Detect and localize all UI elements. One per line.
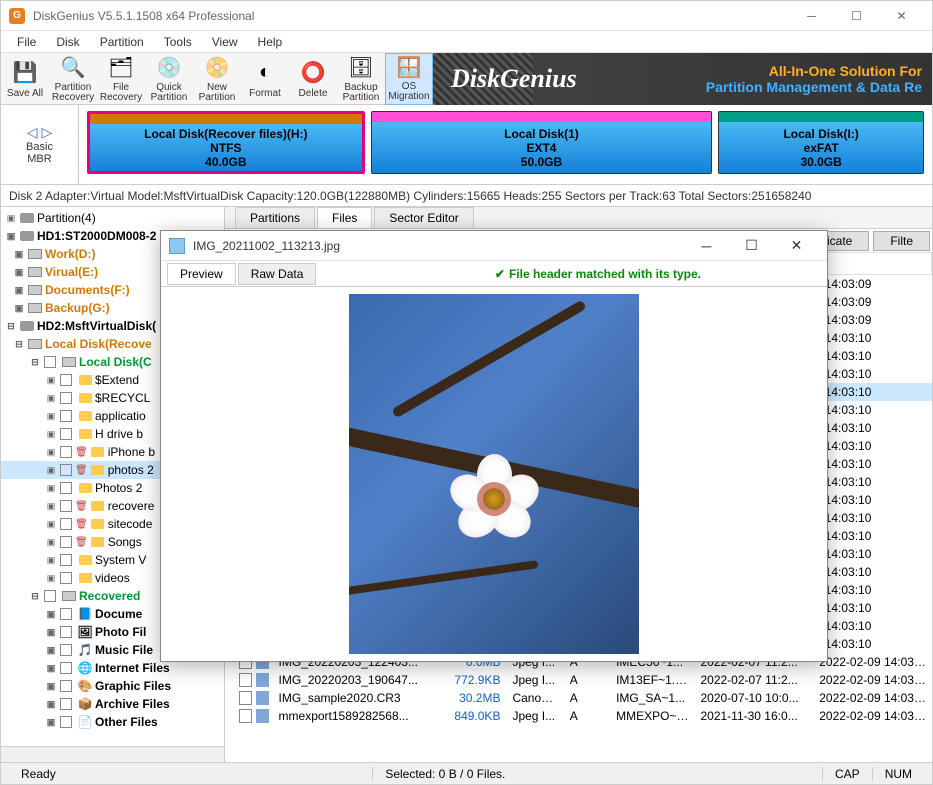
preview-tab-preview[interactable]: Preview xyxy=(167,263,236,285)
windows-icon: 🪟 xyxy=(395,55,423,80)
file-type-icon xyxy=(256,673,269,687)
menu-tools[interactable]: Tools xyxy=(154,33,202,51)
new-icon: 📀 xyxy=(203,55,231,81)
preview-maximize[interactable]: ☐ xyxy=(729,231,774,261)
brand-tagline-1: All-In-One Solution For xyxy=(706,63,922,79)
preview-tab-rawdata[interactable]: Raw Data xyxy=(238,263,317,285)
preview-body xyxy=(161,287,827,661)
preview-image xyxy=(349,294,639,654)
partition-block-i[interactable]: Local Disk(I:) exFAT 30.0GB xyxy=(718,111,924,174)
file-type-icon xyxy=(256,709,269,723)
app-icon: G xyxy=(9,8,25,24)
disc-icon: 💿 xyxy=(155,55,183,81)
new-partition-button[interactable]: 📀New Partition xyxy=(193,53,241,105)
save-all-button[interactable]: 💾Save All xyxy=(1,53,49,105)
quick-partition-button[interactable]: 💿Quick Partition xyxy=(145,53,193,105)
tree-root-partition[interactable]: ▣Partition(4) xyxy=(1,209,224,227)
menu-bar: File Disk Partition Tools View Help xyxy=(1,31,932,53)
brand-tagline-2: Partition Management & Data Re xyxy=(706,79,922,95)
status-num: NUM xyxy=(872,767,924,781)
window-title: DiskGenius V5.5.1.1508 x64 Professional xyxy=(33,9,789,23)
file-row[interactable]: IMG_20220203_190647... 772.9KB Jpeg I...… xyxy=(225,671,932,689)
menu-view[interactable]: View xyxy=(202,33,248,51)
menu-file[interactable]: File xyxy=(7,33,46,51)
backup-icon: 🗄 xyxy=(347,55,375,81)
filter-button[interactable]: Filte xyxy=(873,231,930,251)
tree-recovered-type[interactable]: ▣🎨Graphic Files xyxy=(1,677,224,695)
arrow-icons: ◁ ▷ xyxy=(27,124,52,141)
disk-info-text: Disk 2 Adapter:Virtual Model:MsftVirtual… xyxy=(1,185,932,207)
disk-selector[interactable]: ◁ ▷ Basic MBR xyxy=(1,105,79,184)
disk-map: ◁ ▷ Basic MBR Local Disk(Recover files)(… xyxy=(1,105,932,185)
tab-sector-editor[interactable]: Sector Editor xyxy=(374,207,473,228)
file-recovery-button[interactable]: 🗂File Recovery xyxy=(97,53,145,105)
preview-close[interactable]: ✕ xyxy=(774,231,819,261)
delete-icon: ⭕ xyxy=(299,59,327,87)
tree-recovered-type[interactable]: ▣📄Other Files xyxy=(1,713,224,731)
status-cap: CAP xyxy=(822,767,872,781)
tab-files[interactable]: Files xyxy=(317,207,372,228)
file-row[interactable]: IMG_sample2020.CR3 30.2MB Canon... A IMG… xyxy=(225,689,932,707)
preview-status: ✔File header matched with its type. xyxy=(495,267,701,281)
menu-partition[interactable]: Partition xyxy=(90,33,154,51)
tree-scrollbar[interactable] xyxy=(1,746,224,762)
status-bar: Ready Selected: 0 B / 0 Files. CAP NUM xyxy=(1,762,932,784)
tabs-row: Partitions Files Sector Editor xyxy=(225,207,932,229)
status-ready: Ready xyxy=(9,767,68,781)
preview-filename: IMG_20211002_113213.jpg xyxy=(193,239,684,253)
backup-partition-button[interactable]: 🗄Backup Partition xyxy=(337,53,385,105)
partition-block-1[interactable]: Local Disk(1) EXT4 50.0GB xyxy=(371,111,713,174)
menu-help[interactable]: Help xyxy=(248,33,293,51)
tree-recovered-type[interactable]: ▣📦Archive Files xyxy=(1,695,224,713)
maximize-button[interactable]: ☐ xyxy=(834,1,879,31)
brand-banner: DiskGenius All-In-One Solution For Parti… xyxy=(433,53,932,105)
folder-icon: 🗂 xyxy=(107,55,135,81)
file-checkbox[interactable] xyxy=(239,709,252,723)
preview-minimize[interactable]: ─ xyxy=(684,231,729,261)
minimize-button[interactable]: ─ xyxy=(789,1,834,31)
file-checkbox[interactable] xyxy=(239,691,252,705)
image-file-icon xyxy=(169,238,185,254)
disk-icon: 💾 xyxy=(11,59,39,87)
tab-partitions[interactable]: Partitions xyxy=(235,207,315,228)
toolbar: 💾Save All 🔍Partition Recovery 🗂File Reco… xyxy=(1,53,932,105)
menu-disk[interactable]: Disk xyxy=(46,33,89,51)
partition-block-h[interactable]: Local Disk(Recover files)(H:) NTFS 40.0G… xyxy=(87,111,365,174)
partition-recovery-button[interactable]: 🔍Partition Recovery xyxy=(49,53,97,105)
file-checkbox[interactable] xyxy=(239,673,252,687)
file-row[interactable]: mmexport1589282568... 849.0KB Jpeg I... … xyxy=(225,707,932,725)
status-selected: Selected: 0 B / 0 Files. xyxy=(372,767,517,781)
magnify-icon: 🔍 xyxy=(59,55,87,81)
brand-name: DiskGenius xyxy=(451,64,577,94)
close-button[interactable]: ✕ xyxy=(879,1,924,31)
format-icon: ◐ xyxy=(251,59,279,87)
file-type-icon xyxy=(256,691,269,705)
title-bar: G DiskGenius V5.5.1.1508 x64 Professiona… xyxy=(1,1,932,31)
format-button[interactable]: ◐Format xyxy=(241,53,289,105)
preview-window: IMG_20211002_113213.jpg ─ ☐ ✕ Preview Ra… xyxy=(160,230,828,662)
os-migration-button[interactable]: 🪟OS Migration xyxy=(385,53,433,105)
delete-button[interactable]: ⭕Delete xyxy=(289,53,337,105)
preview-title-bar: IMG_20211002_113213.jpg ─ ☐ ✕ xyxy=(161,231,827,261)
